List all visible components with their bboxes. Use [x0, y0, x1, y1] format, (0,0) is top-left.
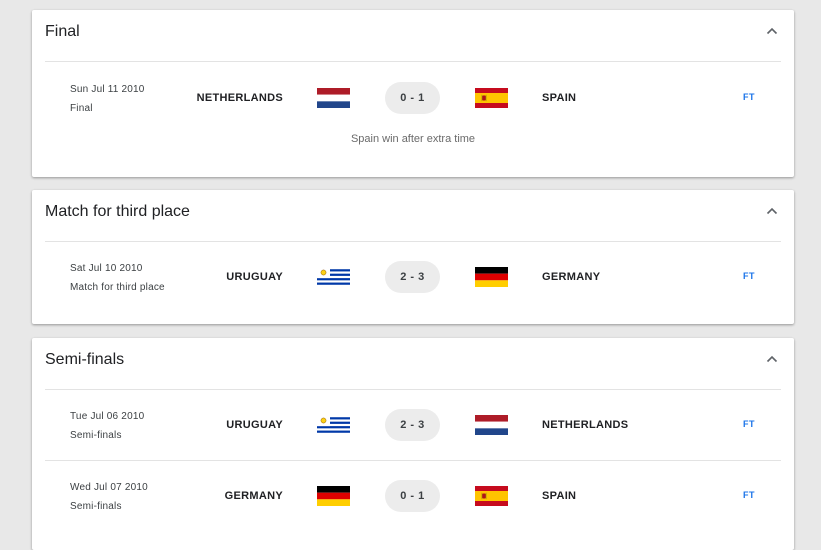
- chevron-up-icon[interactable]: [764, 203, 780, 219]
- score-pill: 2 - 3: [385, 409, 440, 441]
- match-stage: Final: [70, 103, 93, 114]
- section-title: Match for third place: [45, 203, 190, 220]
- score-pill: 0 - 1: [385, 480, 440, 512]
- match-note: Spain win after extra time: [350, 133, 476, 145]
- match-stage: Match for third place: [70, 282, 165, 293]
- away-team: GERMANY: [542, 271, 601, 283]
- match-date: Wed Jul 07 2010: [70, 482, 148, 493]
- spain-flag-icon: [475, 88, 508, 108]
- home-team: URUGUAY: [226, 271, 283, 283]
- match-row[interactable]: Tue Jul 06 2010 Semi-finals URUGUAY 2 - …: [32, 409, 794, 467]
- section-header[interactable]: Final: [32, 10, 794, 54]
- section-final: Final Sun Jul 11 2010 Final NETHERLANDS …: [32, 10, 794, 177]
- away-team: SPAIN: [542, 490, 577, 502]
- full-time-status-link[interactable]: FT: [743, 92, 755, 102]
- section-semi-finals: Semi-finals Tue Jul 06 2010 Semi-finals …: [32, 338, 794, 550]
- full-time-status-link[interactable]: FT: [743, 490, 755, 500]
- match-row[interactable]: Sun Jul 11 2010 Final NETHERLANDS 0 - 1 …: [32, 82, 794, 140]
- match-row[interactable]: Sat Jul 10 2010 Match for third place UR…: [32, 261, 794, 319]
- uruguay-flag-icon: [317, 267, 350, 287]
- match-date: Tue Jul 06 2010: [70, 411, 145, 422]
- uruguay-flag-icon: [317, 415, 350, 435]
- chevron-up-icon[interactable]: [764, 351, 780, 367]
- match-date: Sun Jul 11 2010: [70, 84, 145, 95]
- score-pill: 2 - 3: [385, 261, 440, 293]
- match-stage: Semi-finals: [70, 501, 122, 512]
- away-team: SPAIN: [542, 92, 577, 104]
- section-header[interactable]: Semi-finals: [32, 338, 794, 382]
- divider: [45, 460, 781, 461]
- section-third-place: Match for third place Sat Jul 10 2010 Ma…: [32, 190, 794, 324]
- divider: [45, 61, 781, 62]
- home-team: GERMANY: [224, 490, 283, 502]
- netherlands-flag-icon: [475, 415, 508, 435]
- divider: [45, 241, 781, 242]
- match-date: Sat Jul 10 2010: [70, 263, 143, 274]
- spain-flag-icon: [475, 486, 508, 506]
- germany-flag-icon: [475, 267, 508, 287]
- chevron-up-icon[interactable]: [764, 23, 780, 39]
- section-title: Semi-finals: [45, 351, 125, 368]
- home-team: URUGUAY: [226, 419, 283, 431]
- score-pill: 0 - 1: [385, 82, 440, 114]
- home-team: NETHERLANDS: [196, 92, 283, 104]
- away-team: NETHERLANDS: [542, 419, 629, 431]
- match-row[interactable]: Wed Jul 07 2010 Semi-finals GERMANY 0 - …: [32, 480, 794, 538]
- full-time-status-link[interactable]: FT: [743, 419, 755, 429]
- divider: [45, 389, 781, 390]
- full-time-status-link[interactable]: FT: [743, 271, 755, 281]
- germany-flag-icon: [317, 486, 350, 506]
- netherlands-flag-icon: [317, 88, 350, 108]
- section-title: Final: [45, 23, 80, 40]
- match-stage: Semi-finals: [70, 430, 122, 441]
- section-header[interactable]: Match for third place: [32, 190, 794, 234]
